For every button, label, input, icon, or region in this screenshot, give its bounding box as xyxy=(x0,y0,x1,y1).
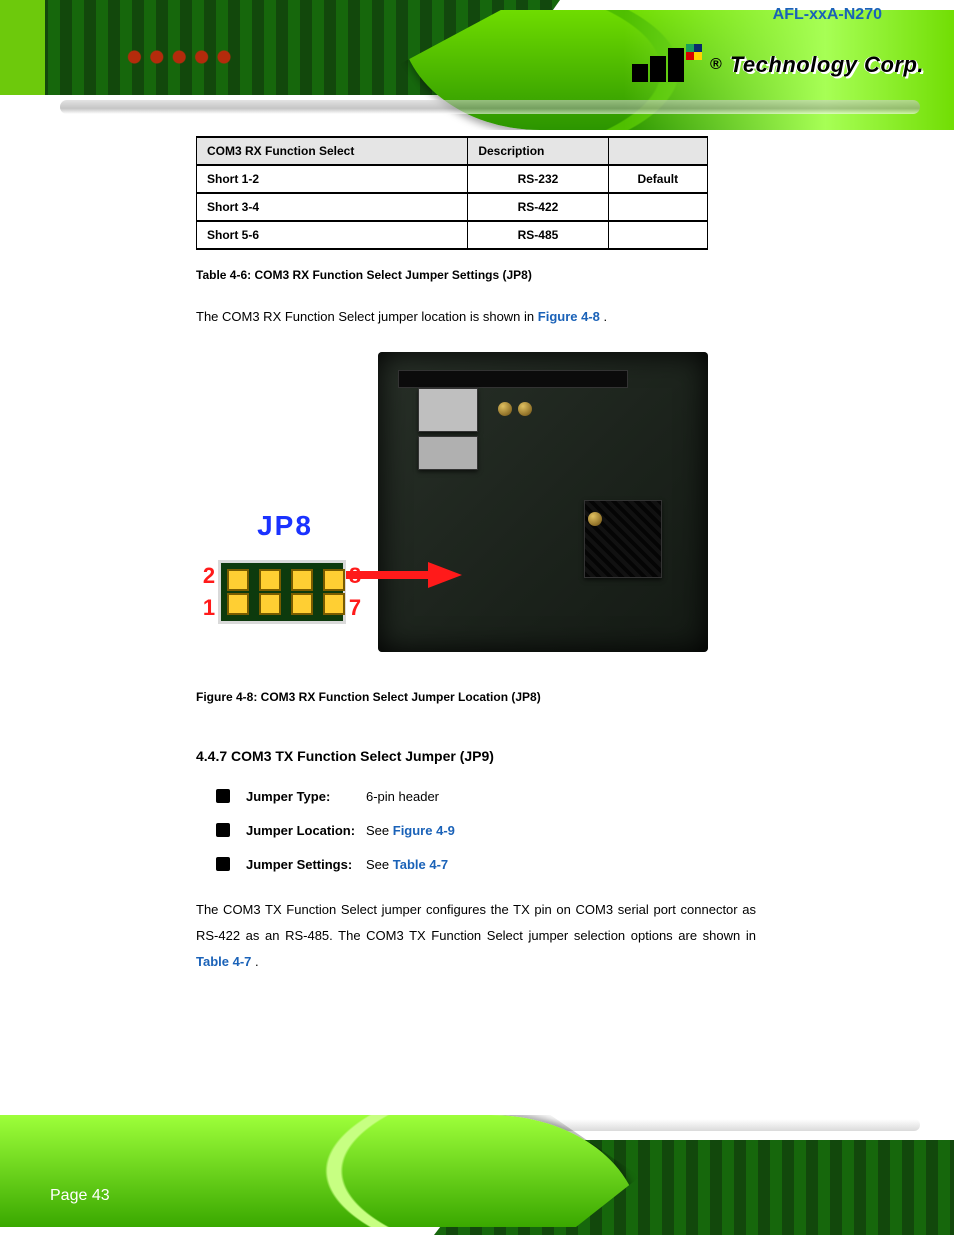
pin-frame xyxy=(218,560,346,624)
spec-label: Jumper Settings: xyxy=(196,856,366,874)
top-divider xyxy=(60,100,920,114)
pin-number: 7 xyxy=(349,595,361,621)
table-row: Short 3-4 RS-422 xyxy=(197,193,708,221)
table-ref: Table 4-7 xyxy=(196,954,251,969)
spec-value: 6-pin header xyxy=(366,788,439,806)
rx-location-sentence: The COM3 RX Function Select jumper locat… xyxy=(196,304,756,330)
capacitor-icon xyxy=(498,402,512,416)
text: See xyxy=(366,823,393,838)
pin-icon xyxy=(323,593,345,615)
capacitor-icon xyxy=(588,512,602,526)
cell xyxy=(608,193,707,221)
pin-icon xyxy=(227,593,249,615)
product-name: AFL-xxA-N270 xyxy=(773,6,882,24)
cell: RS-485 xyxy=(468,221,608,249)
th-desc: Description xyxy=(468,137,608,165)
table-caption: Table 4-6: COM3 RX Function Select Jumpe… xyxy=(196,268,756,282)
page-label: Page 43 xyxy=(50,1187,110,1205)
cell: Short 1-2 xyxy=(197,165,468,193)
text: The COM3 RX Function Select jumper locat… xyxy=(196,309,538,324)
table-row: Short 5-6 RS-485 xyxy=(197,221,708,249)
banner-swoosh-bottom xyxy=(0,1115,640,1227)
figure-caption: Figure 4-8: COM3 RX Function Select Jump… xyxy=(196,690,756,704)
brand-text: Technology Corp. xyxy=(730,52,924,78)
spec-label: Jumper Location: xyxy=(196,822,366,840)
pin-icon xyxy=(259,569,281,591)
pin-icon xyxy=(291,593,313,615)
jumper-spec-list: Jumper Type: 6-pin header Jumper Locatio… xyxy=(196,788,756,875)
spec-row: Jumper Settings: See Table 4-7 xyxy=(196,856,756,874)
spec-value: See Table 4-7 xyxy=(366,856,448,874)
chip xyxy=(418,388,478,432)
bottom-banner: Page 43 xyxy=(0,1115,954,1235)
content: COM3 RX Function Select Description Shor… xyxy=(196,130,756,975)
text: . xyxy=(255,954,259,969)
chip xyxy=(418,436,478,470)
cell: RS-422 xyxy=(468,193,608,221)
jumper-label: JP8 xyxy=(200,512,370,540)
pin-icon xyxy=(227,569,249,591)
th-extra xyxy=(608,137,707,165)
pin-number: 1 xyxy=(203,595,215,621)
pin-number: 2 xyxy=(203,563,215,589)
cell: Short 3-4 xyxy=(197,193,468,221)
brand-logo-icon xyxy=(632,48,702,82)
table-ref: Table 4-7 xyxy=(393,857,448,872)
brand: ® Technology Corp. xyxy=(632,48,924,82)
rx-function-table: COM3 RX Function Select Description Shor… xyxy=(196,136,708,250)
spec-row: Jumper Type: 6-pin header xyxy=(196,788,756,806)
dimm-slot xyxy=(398,370,628,388)
section-heading: 4.4.7 COM3 TX Function Select Jumper (JP… xyxy=(196,748,756,764)
pin-number: 8 xyxy=(349,563,361,589)
cell: RS-232 xyxy=(468,165,608,193)
pin-icon xyxy=(259,593,281,615)
text: See xyxy=(366,857,393,872)
rx-jumper-figure: JP8 2 8 1 7 xyxy=(196,352,708,668)
registered-mark: ® xyxy=(710,56,722,74)
tx-paragraph: The COM3 TX Function Select jumper confi… xyxy=(196,897,756,975)
pin-icon xyxy=(323,569,345,591)
cell: Short 5-6 xyxy=(197,221,468,249)
table-row: Short 1-2 RS-232 Default xyxy=(197,165,708,193)
th-name: COM3 RX Function Select xyxy=(197,137,468,165)
jumper-diagram: JP8 2 8 1 7 xyxy=(200,512,370,624)
spec-label: Jumper Type: xyxy=(196,788,366,806)
figure-ref: Figure 4-8 xyxy=(538,309,600,324)
cell xyxy=(608,221,707,249)
spec-row: Jumper Location: See Figure 4-9 xyxy=(196,822,756,840)
spec-value: See Figure 4-9 xyxy=(366,822,455,840)
pin-icon xyxy=(291,569,313,591)
motherboard-photo xyxy=(378,352,708,652)
text: The COM3 TX Function Select jumper confi… xyxy=(196,902,756,943)
capacitor-icon xyxy=(518,402,532,416)
text: . xyxy=(604,309,608,324)
figure-ref: Figure 4-9 xyxy=(393,823,455,838)
cell: Default xyxy=(608,165,707,193)
